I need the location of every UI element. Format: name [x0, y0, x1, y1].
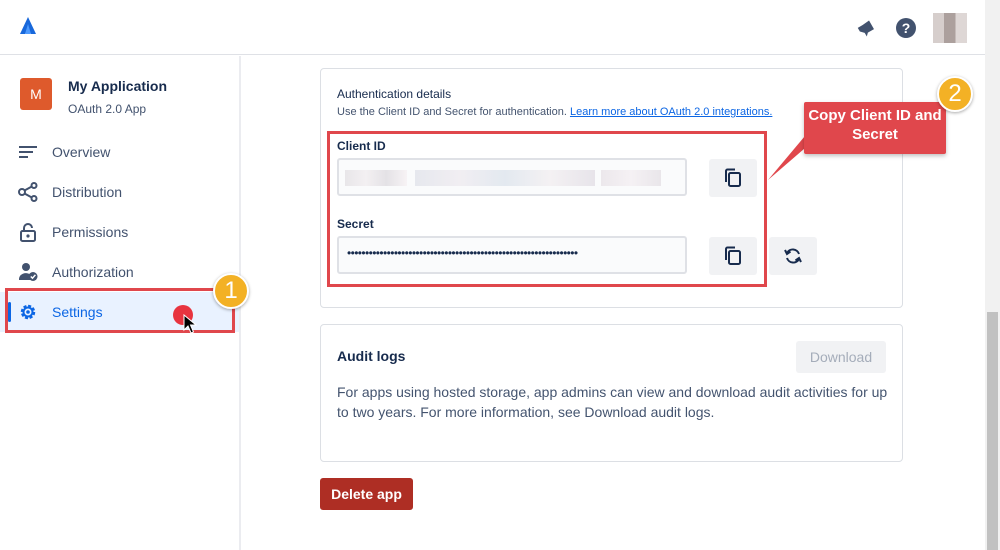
share-icon [18, 182, 38, 202]
notification-bell-icon[interactable] [853, 15, 879, 41]
app-type: OAuth 2.0 App [68, 102, 147, 116]
app-header: M My Application OAuth 2.0 App [20, 78, 167, 116]
help-icon[interactable]: ? [893, 15, 919, 41]
app-name: My Application [68, 78, 168, 94]
sidebar-item-distribution[interactable]: Distribution [0, 172, 239, 212]
auth-description: Use the Client ID and Secret for authent… [337, 106, 772, 118]
step-badge-2: 2 [937, 76, 973, 112]
download-button[interactable]: Download [796, 341, 886, 373]
oauth-learn-more-link[interactable]: Learn more about OAuth 2.0 integrations. [570, 106, 772, 118]
sidebar-item-overview[interactable]: Overview [0, 132, 239, 172]
sidebar-item-label: Overview [52, 144, 111, 160]
user-avatar[interactable] [933, 13, 967, 43]
regenerate-secret-button[interactable] [769, 237, 817, 275]
atlassian-logo-icon[interactable] [18, 16, 38, 41]
sidebar-item-label: Distribution [52, 184, 123, 200]
mouse-cursor-icon [183, 313, 198, 339]
audit-logs-description: For apps using hosted storage, app admin… [337, 384, 888, 420]
sidebar-item-label: Permissions [52, 224, 129, 240]
svg-text:?: ? [902, 20, 911, 36]
user-check-icon [18, 263, 38, 281]
top-bar: ? [0, 0, 985, 55]
sidebar-item-authorization[interactable]: Authorization [0, 252, 239, 292]
app-avatar: M [20, 78, 52, 110]
step-badge-1: 1 [213, 273, 249, 309]
lock-icon [20, 223, 36, 242]
settings-highlight-box [5, 288, 235, 333]
credentials-highlight-box [327, 131, 767, 287]
scrollbar-thumb[interactable] [987, 312, 998, 550]
delete-app-button[interactable]: Delete app [320, 478, 413, 510]
auth-title: Authentication details [337, 87, 452, 101]
scrollbar[interactable] [985, 0, 1000, 550]
refresh-icon [784, 248, 802, 264]
callout-copy-credentials: Copy Client ID and Secret [804, 102, 946, 154]
audit-logs-card: Audit logs Download For apps using hoste… [320, 324, 903, 462]
sidebar-item-permissions[interactable]: Permissions [0, 212, 239, 252]
audit-logs-title: Audit logs [337, 348, 406, 364]
auth-description-text: Use the Client ID and Secret for authent… [337, 106, 567, 118]
overview-icon [19, 146, 37, 158]
sidebar-item-label: Authorization [52, 264, 134, 280]
